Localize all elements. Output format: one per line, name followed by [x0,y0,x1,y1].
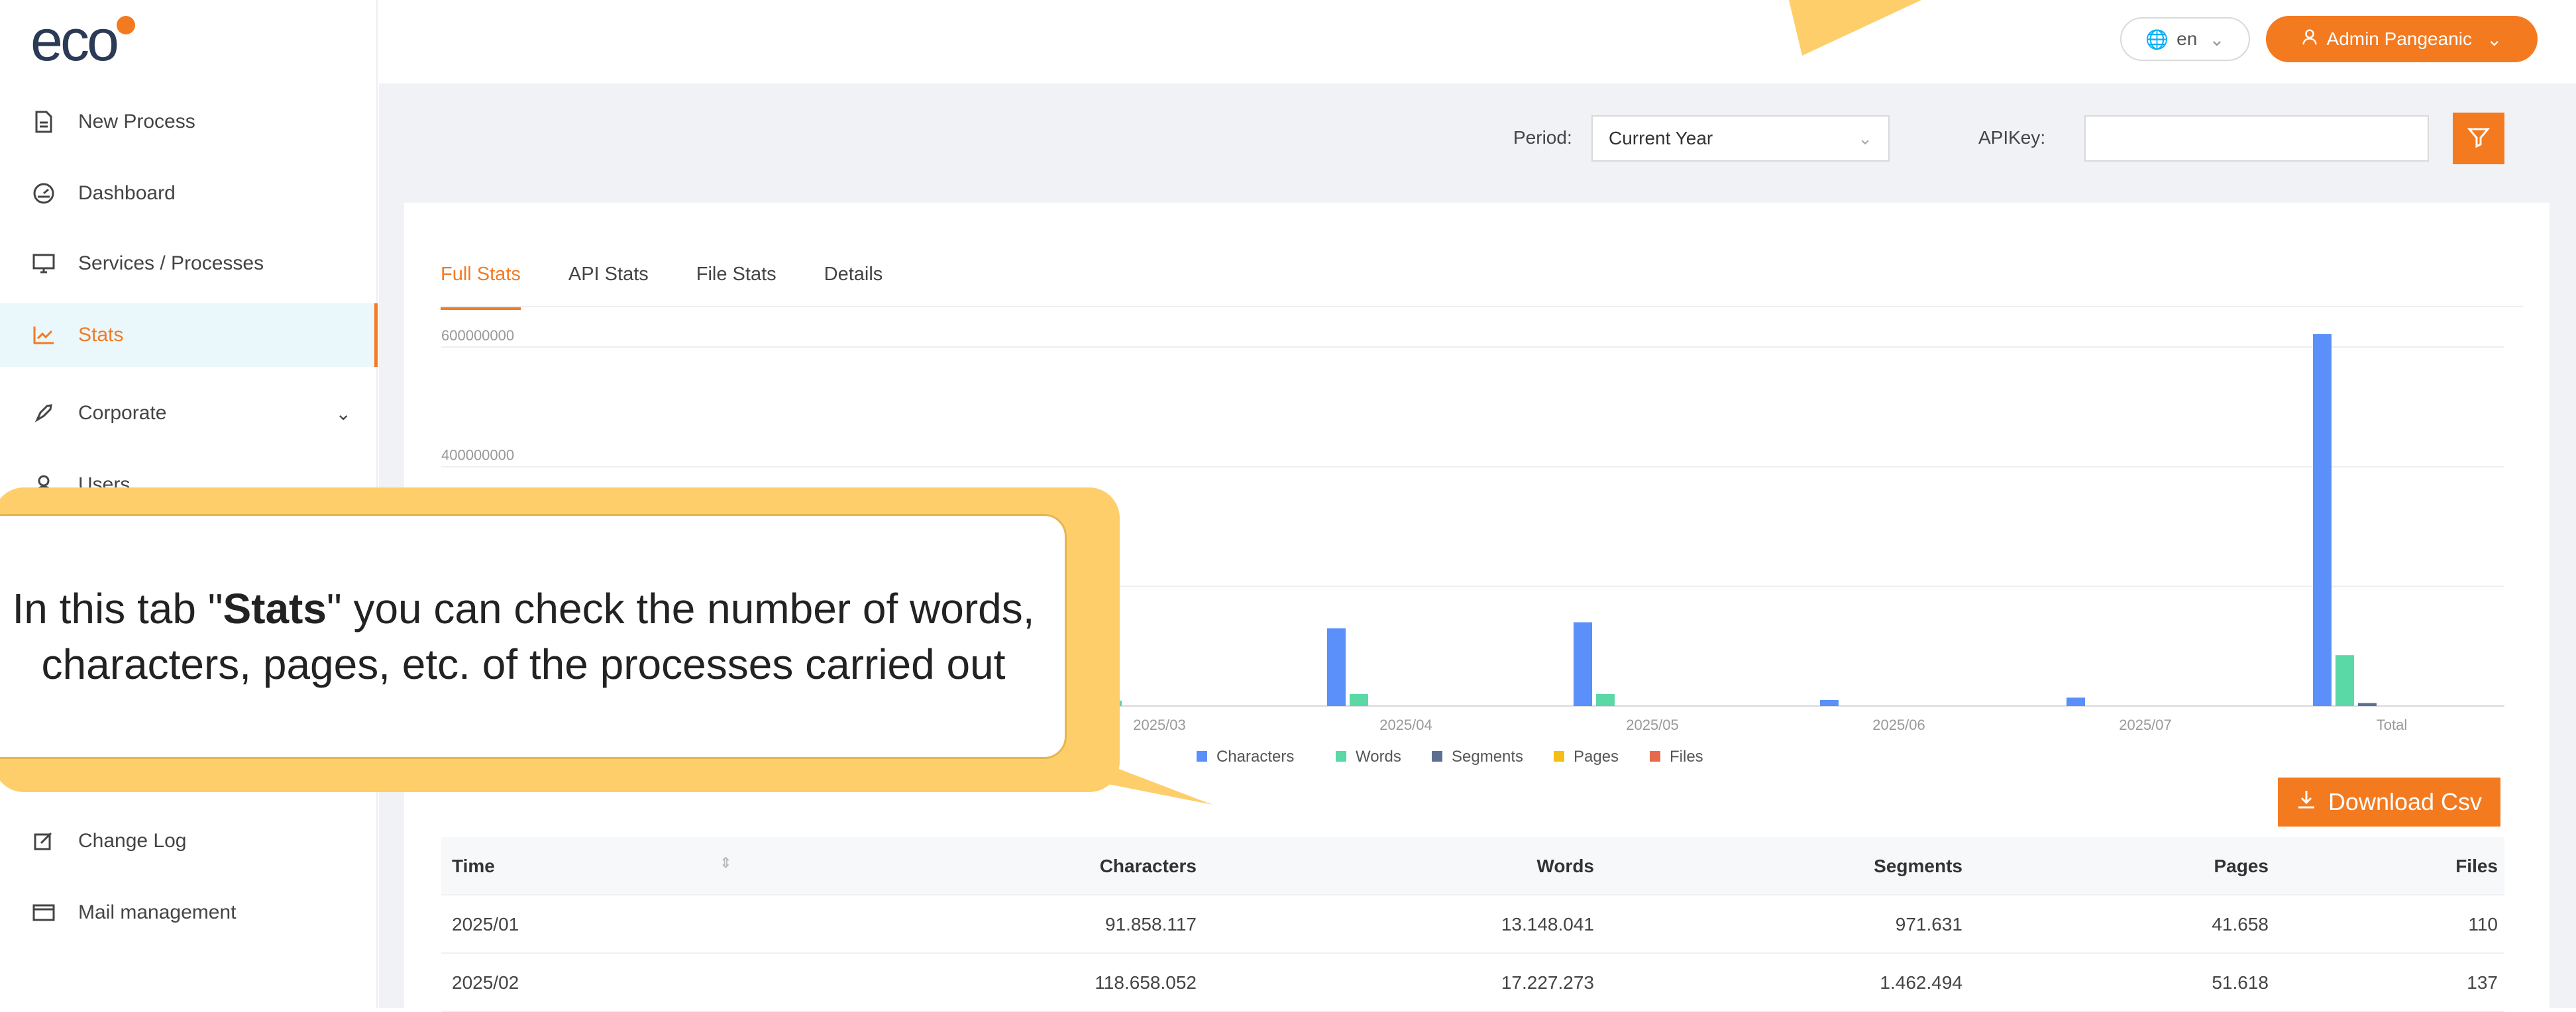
x-tick-label: 2025/04 [1379,717,1432,733]
cell-files: 110 [2468,914,2498,935]
bar-characters-2 [1574,622,1592,706]
cell-pages: 41.658 [2212,914,2269,935]
legend-label[interactable]: Characters [1216,748,1294,766]
y-tick-label: 600000000 [441,327,514,344]
legend-label[interactable]: Files [1670,748,1703,766]
legend-label[interactable]: Segments [1452,748,1523,766]
legend-swatch [1336,751,1346,762]
cell-time: 2025/01 [452,914,519,935]
bar-characters-4 [2066,697,2085,706]
legend-swatch [1554,751,1564,762]
legend-label[interactable]: Pages [1574,748,1619,766]
x-tick-label: 2025/07 [2119,717,2172,733]
header-time[interactable]: Time [452,856,495,877]
stats-table: Time ⇕ Characters Words Segments Pages F… [441,837,2504,1012]
bar-words-2 [1596,693,1615,706]
header-files: Files [2455,856,2498,876]
cell-time: 2025/02 [452,972,519,993]
bar-segments-5 [2358,703,2377,706]
cell-characters: 91.858.117 [1104,914,1197,935]
bar-characters-3 [1820,699,1839,706]
header-pages: Pages [2214,856,2269,876]
header-words: Words [1536,856,1594,876]
bar-words-5 [2335,655,2354,706]
cell-words: 17.227.273 [1501,972,1594,993]
cell-segments: 1.462.494 [1880,972,1962,993]
cell-characters: 118.658.052 [1095,972,1197,993]
x-tick-label: 2025/06 [1872,717,1925,733]
header-characters: Characters [1099,856,1197,876]
header-segments: Segments [1874,856,1962,876]
cell-files: 137 [2467,972,2498,993]
legend-swatch [1197,751,1207,762]
bar-characters-5 [2313,334,2332,706]
bar-words-1 [1350,693,1368,706]
table-header: Time ⇕ Characters Words Segments Pages F… [441,837,2504,895]
cell-pages: 51.618 [2212,972,2269,993]
x-tick-label: Total [2377,717,2407,733]
callout-text-before: In this tab " [12,585,223,632]
y-tick-label: 400000000 [441,447,514,464]
legend-label[interactable]: Words [1356,748,1401,766]
table-row: 2025/02 118.658.052 17.227.273 1.462.494… [441,954,2504,1012]
legend-swatch [1432,751,1442,762]
bar-characters-1 [1327,628,1346,706]
sort-icon[interactable]: ⇕ [720,854,731,872]
callout-text-bold: Stats [223,585,327,632]
download-csv-button[interactable]: Download Csv [2278,778,2500,827]
stats-callout: In this tab "Stats" you can check the nu… [0,514,1067,759]
x-tick-label: 2025/03 [1133,717,1186,733]
x-tick-label: 2025/05 [1626,717,1679,733]
cell-segments: 971.631 [1895,914,1962,935]
table-row: 2025/01 91.858.117 13.148.041 971.631 41… [441,895,2504,954]
cell-words: 13.148.041 [1501,914,1594,935]
download-label: Download Csv [2328,788,2483,815]
legend-swatch [1650,751,1660,762]
download-icon [2296,788,2316,816]
callout-text: In this tab "Stats" you can check the nu… [2,581,1045,692]
